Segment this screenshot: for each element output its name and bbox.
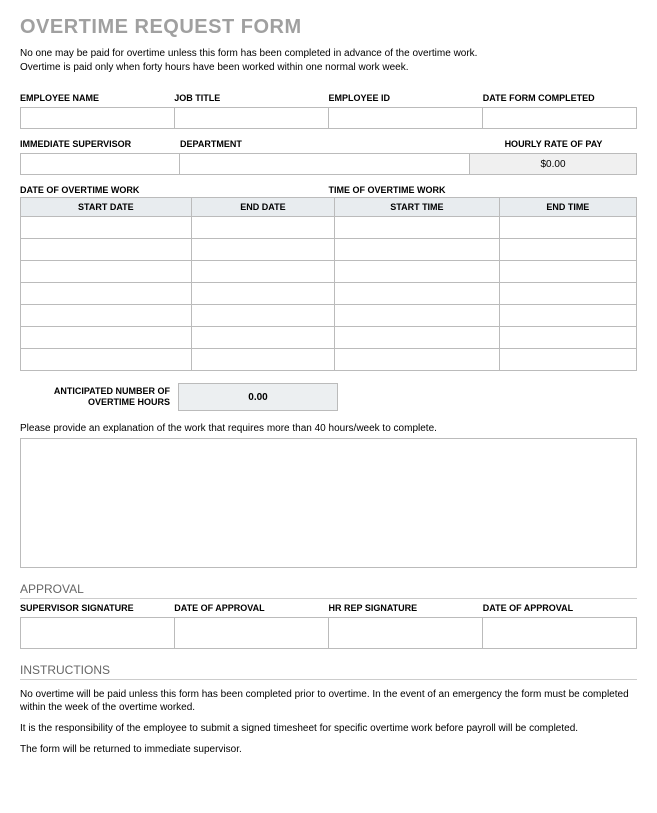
- label-supervisor: IMMEDIATE SUPERVISOR: [20, 137, 180, 151]
- cell-end-time[interactable]: [499, 305, 636, 327]
- cell-end-time[interactable]: [499, 349, 636, 371]
- cell-start-date[interactable]: [21, 283, 192, 305]
- value-hourly-rate: $0.00: [470, 153, 637, 175]
- cell-end-date[interactable]: [191, 261, 334, 283]
- supervisor-row-inputs: $0.00: [20, 153, 637, 175]
- table-row: [21, 327, 637, 349]
- instructions-body: No overtime will be paid unless this for…: [20, 688, 637, 756]
- label-hr-sig: HR REP SIGNATURE: [329, 601, 483, 615]
- value-anticipated[interactable]: 0.00: [178, 383, 338, 411]
- cell-start-time[interactable]: [335, 305, 500, 327]
- cell-end-time[interactable]: [499, 327, 636, 349]
- cell-end-date[interactable]: [191, 349, 334, 371]
- th-start-date: START DATE: [21, 198, 192, 217]
- table-row: [21, 305, 637, 327]
- label-department: DEPARTMENT: [180, 137, 470, 151]
- cell-end-date[interactable]: [191, 217, 334, 239]
- cell-end-date[interactable]: [191, 283, 334, 305]
- label-date-completed: DATE FORM COMPLETED: [483, 91, 637, 105]
- supervisor-row-labels: IMMEDIATE SUPERVISOR DEPARTMENT HOURLY R…: [20, 137, 637, 151]
- input-supervisor-sig[interactable]: [20, 617, 175, 649]
- cell-start-date[interactable]: [21, 239, 192, 261]
- label-employee-id: EMPLOYEE ID: [329, 91, 483, 105]
- table-row: [21, 217, 637, 239]
- cell-start-time[interactable]: [335, 261, 500, 283]
- cell-end-time[interactable]: [499, 239, 636, 261]
- approval-labels: SUPERVISOR SIGNATURE DATE OF APPROVAL HR…: [20, 601, 637, 615]
- th-start-time: START TIME: [335, 198, 500, 217]
- cell-end-date[interactable]: [191, 327, 334, 349]
- input-date-approval2[interactable]: [483, 617, 637, 649]
- employee-row-inputs: [20, 107, 637, 129]
- label-supervisor-sig: SUPERVISOR SIGNATURE: [20, 601, 174, 615]
- cell-start-date[interactable]: [21, 261, 192, 283]
- cell-end-time[interactable]: [499, 217, 636, 239]
- table-row: [21, 261, 637, 283]
- cell-start-date[interactable]: [21, 349, 192, 371]
- input-date-completed[interactable]: [483, 107, 637, 129]
- cell-end-time[interactable]: [499, 283, 636, 305]
- table-row: [21, 239, 637, 261]
- cell-start-time[interactable]: [335, 327, 500, 349]
- th-end-date: END DATE: [191, 198, 334, 217]
- table-row: [21, 349, 637, 371]
- page-title: OVERTIME REQUEST FORM: [20, 16, 637, 39]
- label-date-approval2: DATE OF APPROVAL: [483, 601, 637, 615]
- input-supervisor[interactable]: [20, 153, 180, 175]
- intro-line2: Overtime is paid only when forty hours h…: [20, 61, 637, 75]
- input-hr-sig[interactable]: [329, 617, 483, 649]
- table-row: [21, 283, 637, 305]
- cell-end-time[interactable]: [499, 261, 636, 283]
- input-job-title[interactable]: [175, 107, 329, 129]
- label-date-ot: DATE OF OVERTIME WORK: [20, 185, 329, 195]
- input-date-approval1[interactable]: [175, 617, 329, 649]
- instructions-p3: The form will be returned to immediate s…: [20, 743, 637, 756]
- cell-start-time[interactable]: [335, 283, 500, 305]
- label-hourly-rate: HOURLY RATE OF PAY: [470, 137, 637, 151]
- overtime-tbody: [21, 217, 637, 371]
- label-date-approval1: DATE OF APPROVAL: [174, 601, 328, 615]
- cell-start-time[interactable]: [335, 349, 500, 371]
- cell-start-time[interactable]: [335, 239, 500, 261]
- intro-line1: No one may be paid for overtime unless t…: [20, 47, 637, 61]
- instructions-p1: No overtime will be paid unless this for…: [20, 688, 637, 714]
- cell-start-date[interactable]: [21, 327, 192, 349]
- cell-start-time[interactable]: [335, 217, 500, 239]
- approval-heading: APPROVAL: [20, 582, 637, 599]
- input-employee-name[interactable]: [20, 107, 175, 129]
- cell-start-date[interactable]: [21, 217, 192, 239]
- cell-end-date[interactable]: [191, 305, 334, 327]
- overtime-table: START DATE END DATE START TIME END TIME: [20, 197, 637, 371]
- cell-start-date[interactable]: [21, 305, 192, 327]
- input-department[interactable]: [180, 153, 470, 175]
- label-explanation: Please provide an explanation of the wor…: [20, 423, 637, 434]
- label-employee-name: EMPLOYEE NAME: [20, 91, 174, 105]
- anticipated-row: ANTICIPATED NUMBER OF OVERTIME HOURS 0.0…: [20, 383, 637, 411]
- intro-text: No one may be paid for overtime unless t…: [20, 47, 637, 75]
- ot-header-labels: DATE OF OVERTIME WORK TIME OF OVERTIME W…: [20, 185, 637, 195]
- employee-row-labels: EMPLOYEE NAME JOB TITLE EMPLOYEE ID DATE…: [20, 91, 637, 105]
- instructions-p2: It is the responsibility of the employee…: [20, 722, 637, 735]
- label-time-ot: TIME OF OVERTIME WORK: [329, 185, 638, 195]
- cell-end-date[interactable]: [191, 239, 334, 261]
- label-job-title: JOB TITLE: [174, 91, 328, 105]
- instructions-heading: INSTRUCTIONS: [20, 663, 637, 680]
- label-anticipated: ANTICIPATED NUMBER OF OVERTIME HOURS: [20, 386, 178, 408]
- th-end-time: END TIME: [499, 198, 636, 217]
- input-explanation[interactable]: [20, 438, 637, 568]
- input-employee-id[interactable]: [329, 107, 483, 129]
- approval-inputs: [20, 617, 637, 649]
